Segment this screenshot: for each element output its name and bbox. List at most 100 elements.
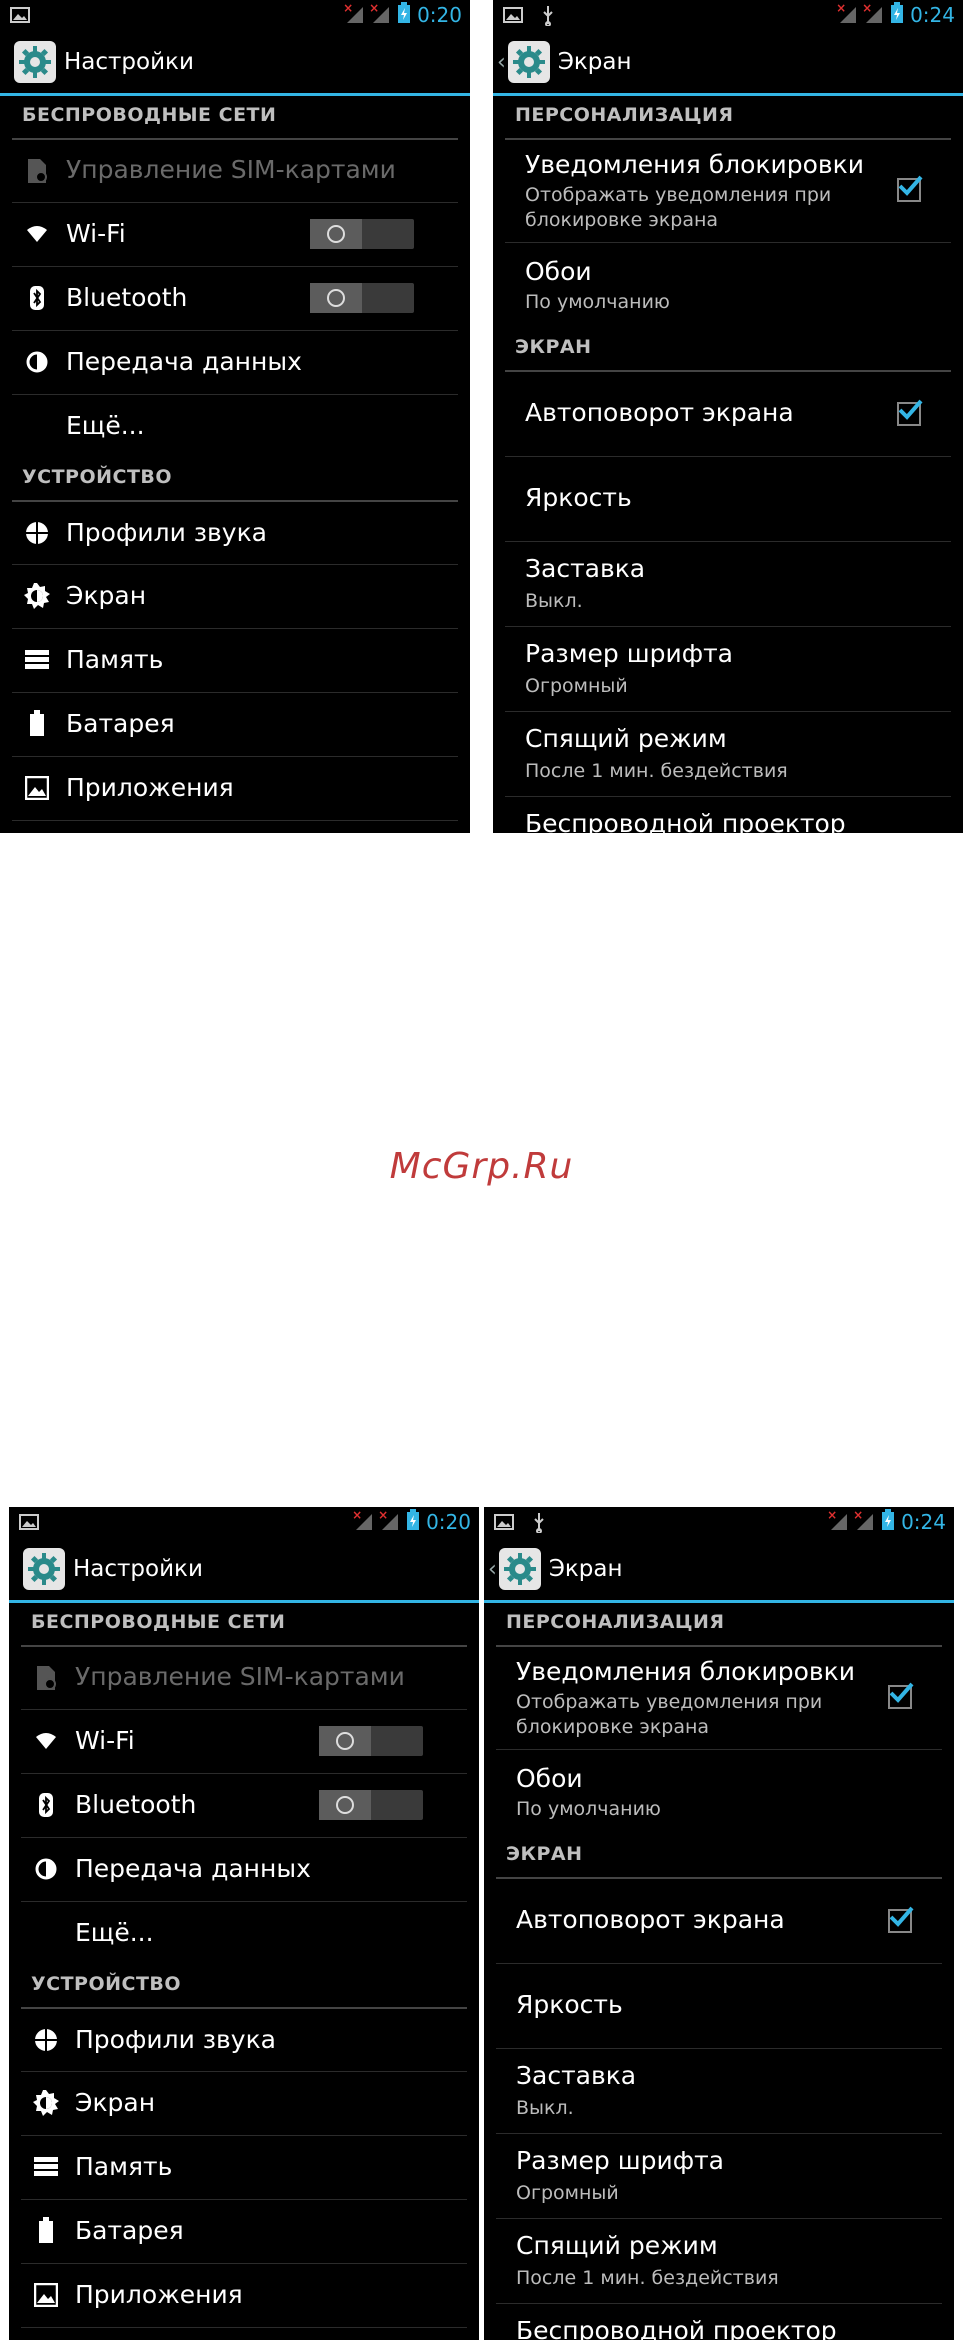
settings-item-bluetooth[interactable]: Bluetooth [12,267,458,331]
signal-sim1-icon: × [343,1,365,25]
settings-item-wifi[interactable]: Wi-Fi [12,203,458,267]
wallpaper-summary: По умолчанию [516,1798,661,1820]
settings-item-sound[interactable]: Профили звука [12,502,458,565]
section-label: ПЕРСОНАЛИЗАЦИЯ [506,1611,725,1633]
pref-autorotate[interactable]: Автоповорот экрана [496,1879,942,1964]
fontsize-title: Размер шрифта [516,2146,724,2175]
settings-app-icon[interactable] [498,1548,541,1590]
settings-item-apps[interactable]: Приложения [21,2264,467,2328]
page-title: Настройки [64,49,194,75]
settings-item-more[interactable]: Ещё... [21,1902,467,1965]
pref-wallpaper[interactable]: Обои По умолчанию [496,1750,942,1830]
wifi-toggle[interactable] [319,1726,423,1756]
screensaver-summary: Выкл. [516,2097,574,2119]
page-title: Экран [548,1556,623,1582]
bluetooth-toggle[interactable] [310,283,414,313]
settings-item-sim[interactable]: Управление SIM-картами [12,140,458,203]
pref-sleep[interactable]: Спящий режим После 1 мин. бездействия [505,712,951,797]
settings-item-memory[interactable]: Память [12,629,458,693]
storage-icon [33,2154,59,2180]
lock-notif-title: Уведомления блокировки [525,150,865,179]
settings-item-wifi[interactable]: Wi-Fi [21,1710,467,1774]
pref-wallpaper[interactable]: Обои По умолчанию [505,243,951,323]
autorotate-title: Автоповорот экрана [516,1905,785,1934]
settings-screen-top: × × 0:20 Настройки БЕСПРОВОДНЫЕ СЕТИ Упр… [0,0,470,833]
apps-label: Приложения [66,773,234,802]
storage-icon [24,647,50,673]
settings-item-battery[interactable]: Батарея [12,693,458,757]
settings-item-bluetooth[interactable]: Bluetooth [21,1774,467,1838]
clock: 0:20 [426,1510,471,1534]
pref-screensaver[interactable]: Заставка Выкл. [505,542,951,627]
pref-wireless-display[interactable]: Беспроводной проектор [496,2304,942,2340]
battery-charging-icon [406,1509,420,1535]
display-label: Экран [75,2088,156,2117]
settings-item-data-usage[interactable]: Передача данных [12,331,458,395]
section-label: ЭКРАН [506,1843,583,1865]
wifi-label: Wi-Fi [75,1726,135,1755]
back-chevron-icon[interactable]: ‹ [488,1557,497,1582]
pref-autorotate[interactable]: Автоповорот экрана [505,372,951,457]
section-header-screen: ЭКРАН [505,328,951,372]
wifi-toggle[interactable] [310,219,414,249]
section-header-screen: ЭКРАН [496,1835,942,1879]
sleep-summary: После 1 мин. бездействия [525,760,788,782]
settings-item-battery[interactable]: Батарея [21,2200,467,2264]
apps-label: Приложения [75,2280,243,2309]
lock-notif-checkbox[interactable] [897,175,923,202]
battery-icon [24,710,50,736]
battery-icon [33,2217,59,2243]
settings-item-more[interactable]: Ещё... [12,395,458,458]
pref-font-size[interactable]: Размер шрифта Огромный [496,2134,942,2219]
signal-sim1-icon: × [827,1508,849,1532]
battery-charging-icon [890,2,904,28]
settings-item-memory[interactable]: Память [21,2136,467,2200]
display-label: Экран [66,581,147,610]
settings-app-icon[interactable] [23,1548,65,1590]
pref-lock-notifications[interactable]: Уведомления блокировки Отображать уведом… [496,1647,942,1750]
autorotate-checkbox[interactable] [888,1906,914,1933]
settings-item-sound[interactable]: Профили звука [21,2009,467,2072]
sound-label: Профили звука [75,2025,277,2054]
bluetooth-toggle[interactable] [319,1790,423,1820]
sim-label: Управление SIM-картами [75,1662,405,1691]
sim-label: Управление SIM-картами [66,155,396,184]
data-usage-icon [33,1856,59,1882]
status-bar: × × 0:20 [0,0,470,31]
settings-item-display[interactable]: Экран [12,565,458,629]
settings-item-data-usage[interactable]: Передача данных [21,1838,467,1902]
settings-app-icon[interactable] [507,41,550,83]
action-bar: ‹ Экран [493,31,963,96]
more-label: Ещё... [75,1918,154,1947]
pref-screensaver[interactable]: Заставка Выкл. [496,2049,942,2134]
gallery-icon [10,6,30,28]
settings-app-icon[interactable] [14,41,56,83]
pref-brightness[interactable]: Яркость [505,457,951,542]
pref-lock-notifications[interactable]: Уведомления блокировки Отображать уведом… [505,140,951,243]
wallpaper-title: Обои [516,1764,583,1793]
settings-item-apps[interactable]: Приложения [12,757,458,821]
autorotate-checkbox[interactable] [897,399,923,426]
brightness-icon [24,583,50,609]
lock-notif-checkbox[interactable] [888,1682,914,1709]
sound-label: Профили звука [66,518,268,547]
sim-card-icon [33,1665,59,1691]
section-header-device: УСТРОЙСТВО [12,458,458,502]
wifi-label: Wi-Fi [66,219,126,248]
autorotate-title: Автоповорот экрана [525,398,794,427]
settings-item-display[interactable]: Экран [21,2072,467,2136]
fontsize-title: Размер шрифта [525,639,733,668]
pref-wireless-display[interactable]: Беспроводной проектор [505,797,951,833]
data-usage-label: Передача данных [66,347,302,376]
page-title: Экран [557,49,632,75]
gallery-icon [503,6,523,30]
lock-notif-summary-1: Отображать уведомления при [516,1691,823,1713]
settings-item-sim[interactable]: Управление SIM-картами [21,1647,467,1710]
pref-brightness[interactable]: Яркость [496,1964,942,2049]
signal-sim2-icon: × [862,1,884,25]
pref-sleep[interactable]: Спящий режим После 1 мин. бездействия [496,2219,942,2304]
settings-screen-bottom: × × 0:20 Настройки БЕСПРОВОДНЫЕ СЕТИ Упр… [9,1507,479,2340]
back-chevron-icon[interactable]: ‹ [497,50,506,75]
pref-font-size[interactable]: Размер шрифта Огромный [505,627,951,712]
sleep-summary: После 1 мин. бездействия [516,2267,779,2289]
